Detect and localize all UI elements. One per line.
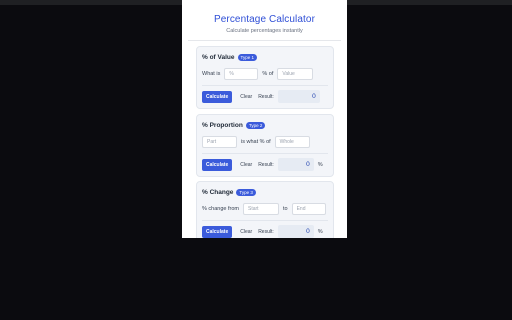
percent-unit: % [317,161,323,168]
what-is-label: What is [202,71,221,77]
clear-button[interactable]: Clear [236,226,256,238]
result-value: 0 [277,158,314,171]
popup-header: Percentage Calculator Calculate percenta… [188,0,341,41]
calculator-popup: Percentage Calculator Calculate percenta… [182,0,347,238]
card-title: % of Value [202,54,235,61]
clear-button[interactable]: Clear [236,159,256,171]
calculate-button[interactable]: Calculate [202,158,233,171]
percent-change-card: % Change Type 3 % change from Start to E… [196,181,334,238]
clear-button[interactable]: Clear [236,91,256,103]
calculate-button[interactable]: Calculate [202,90,233,103]
percent-input[interactable]: % [224,68,259,80]
type-badge: Type 1 [237,54,258,61]
card-divider [202,85,328,86]
of-label: % of [262,71,274,77]
card-title: % Proportion [202,122,243,129]
end-input[interactable]: End [291,203,326,215]
change-from-label: % change from [202,206,239,212]
is-what-percent-of-label: is what % of [241,139,271,145]
result-value: 0 [277,225,314,238]
card-divider [202,153,328,154]
percent-unit: % [317,228,323,235]
whole-input[interactable]: Whole [274,136,310,148]
percent-proportion-card: % Proportion Type 2 Part is what % of Wh… [196,114,334,177]
card-divider [202,220,328,221]
result-value: 0 [277,90,320,103]
to-label: to [283,206,288,212]
percent-of-value-card: % of Value Type 1 What is % % of Value C… [196,46,334,109]
part-input[interactable]: Part [202,136,237,148]
result-label: Result: [258,93,274,100]
page-title: Percentage Calculator [213,14,316,25]
card-title: % Change [202,189,234,196]
calculate-button[interactable]: Calculate [202,225,233,238]
type-badge: Type 3 [236,189,256,196]
result-label: Result: [258,228,274,235]
result-label: Result: [258,161,274,168]
page-subtitle: Calculate percentages instantly [226,28,303,34]
start-input[interactable]: Start [243,203,279,215]
value-input[interactable]: Value [277,68,314,80]
type-badge: Type 2 [245,122,266,129]
